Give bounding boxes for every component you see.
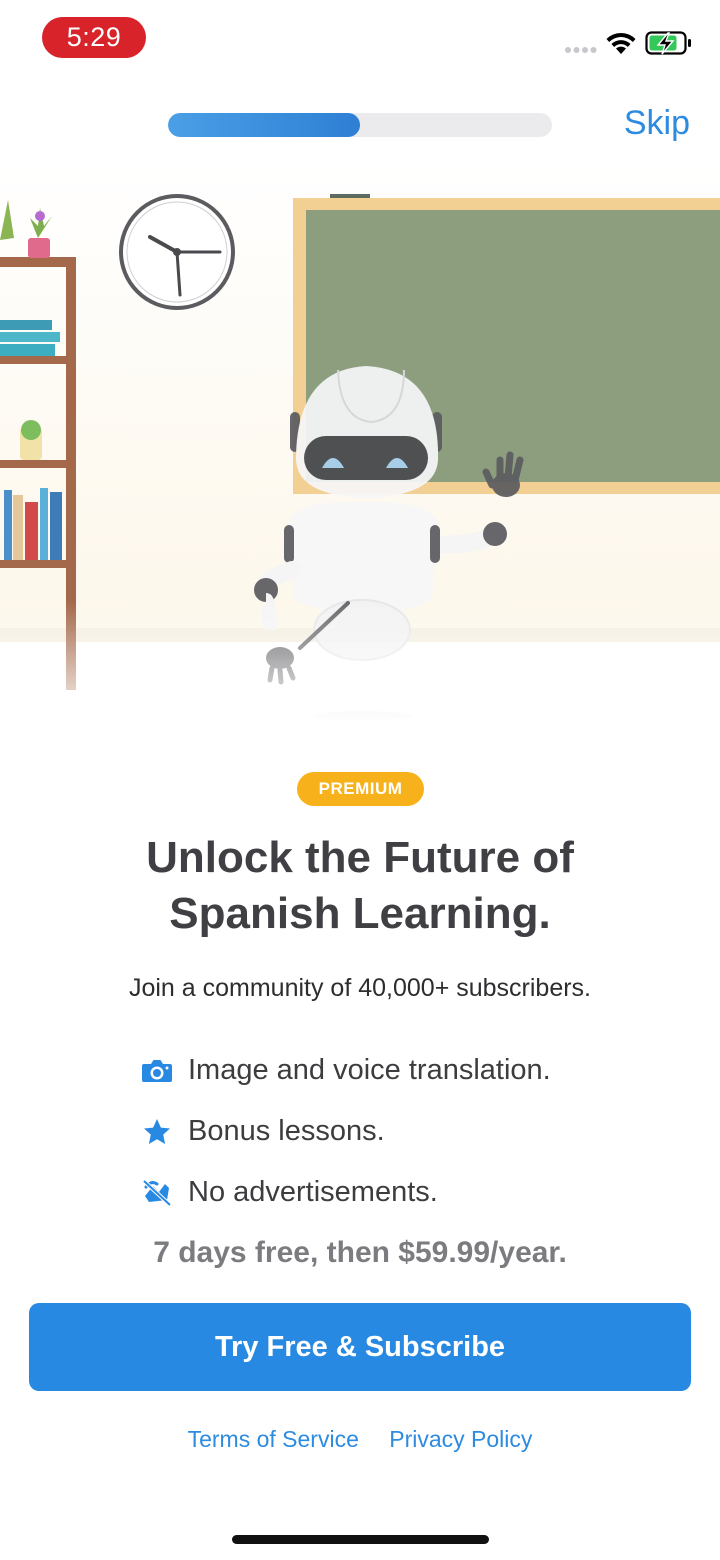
terms-of-service-link[interactable]: Terms of Service xyxy=(188,1426,359,1452)
paywall-headline: Unlock the Future of Spanish Learning. xyxy=(0,830,720,942)
classroom-robot-illustration xyxy=(0,160,720,730)
hero-illustration xyxy=(0,160,720,730)
feature-text: Bonus lessons. xyxy=(188,1115,385,1147)
status-time: 5:29 xyxy=(42,17,146,58)
home-indicator xyxy=(232,1535,489,1544)
paywall-subtitle: Join a community of 40,000+ subscribers. xyxy=(128,974,592,1002)
camera-icon xyxy=(140,1054,174,1088)
headline-line-1: Unlock the Future of xyxy=(146,833,574,882)
star-icon xyxy=(140,1115,174,1149)
headline-line-2: Spanish Learning. xyxy=(169,889,551,938)
feature-list: Image and voice translation. Bonus lesso… xyxy=(140,1040,620,1223)
feature-item: Bonus lessons. xyxy=(140,1101,620,1162)
pricing-text: 7 days free, then $59.99/year. xyxy=(153,1236,567,1269)
try-free-subscribe-button[interactable]: Try Free & Subscribe xyxy=(29,1303,691,1391)
wifi-icon xyxy=(606,32,636,54)
skip-button[interactable]: Skip xyxy=(624,104,690,143)
legal-links: Terms of Service Privacy Policy xyxy=(0,1426,720,1453)
status-bar: 5:29 xyxy=(0,0,720,80)
onboarding-progress-bar xyxy=(168,113,552,137)
no-ads-icon xyxy=(140,1176,174,1210)
feature-item: Image and voice translation. xyxy=(140,1040,620,1101)
signal-dots-icon xyxy=(565,47,597,53)
premium-badge: PREMIUM xyxy=(297,772,424,806)
feature-text: No advertisements. xyxy=(188,1176,438,1208)
progress-fill xyxy=(168,113,360,137)
battery-charging-icon xyxy=(645,31,691,55)
feature-text: Image and voice translation. xyxy=(188,1054,551,1086)
feature-item: No advertisements. xyxy=(140,1162,620,1223)
wall-clock xyxy=(119,194,235,310)
privacy-policy-link[interactable]: Privacy Policy xyxy=(389,1426,532,1452)
